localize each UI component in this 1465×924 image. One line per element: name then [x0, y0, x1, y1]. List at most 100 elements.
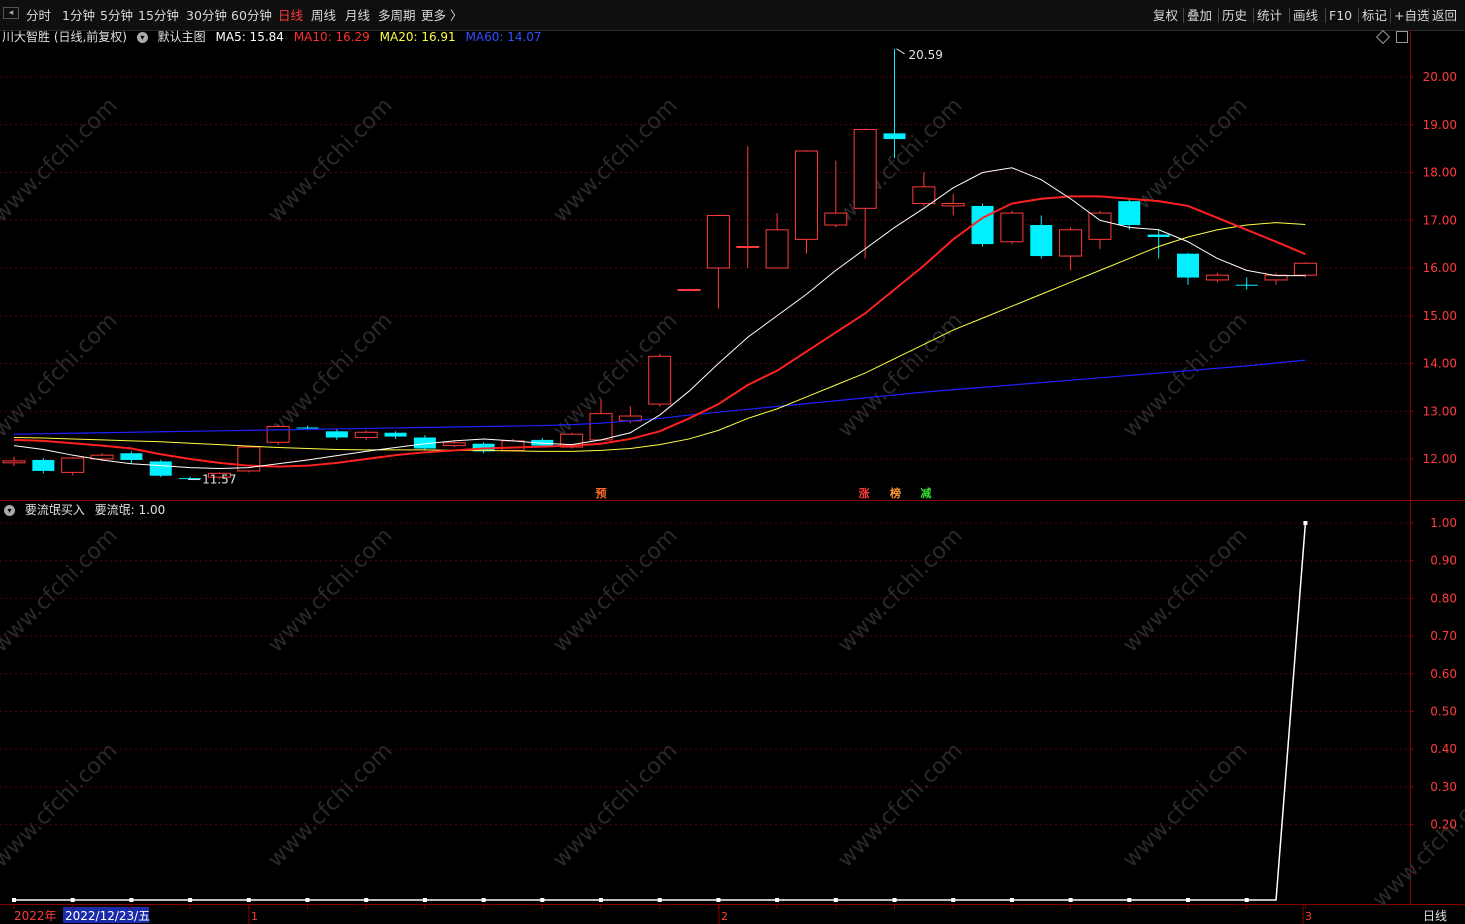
indicator-point — [1009, 898, 1014, 902]
panel-divider — [0, 500, 1465, 501]
indicator-point — [12, 898, 16, 902]
indicator-point — [775, 898, 780, 902]
signal-marker: 涨 — [859, 486, 870, 500]
indicator-point — [599, 898, 603, 902]
watermark-text: www.cfchi.com — [833, 308, 967, 442]
candle-body-down — [179, 478, 202, 480]
watermark-text: www.cfchi.com — [0, 93, 123, 227]
crosshair-date-label: 2022/12/23/五 — [65, 909, 150, 923]
candle-body-down — [325, 431, 348, 438]
indicator-tick-label: 0.90 — [1430, 554, 1457, 568]
indicator-point — [1127, 898, 1132, 902]
watermark-text: www.cfchi.com — [263, 523, 397, 657]
price-tick-label: 17.00 — [1423, 213, 1457, 227]
candle-body-up — [648, 355, 672, 405]
indicator-point — [1186, 898, 1190, 902]
indicator-tick-label: 0.50 — [1430, 705, 1457, 719]
month-label: 2 — [721, 910, 728, 923]
ma20-label: MA20: 16.91 — [379, 30, 456, 44]
indicator-value-label: 要流氓: 1.00 — [94, 503, 166, 517]
price-tick-label: 19.00 — [1423, 118, 1457, 132]
indicator-point — [188, 898, 193, 902]
candle-body-up — [736, 246, 760, 249]
stock-name-label[interactable]: 川大智胜 (日线,前复权) — [2, 30, 127, 44]
indicator-point — [540, 898, 545, 902]
indicator-point — [951, 898, 956, 902]
watermark-text: www.cfchi.com — [1368, 778, 1465, 912]
signal-marker: 预 — [596, 486, 607, 500]
watermark-text: www.cfchi.com — [0, 308, 123, 442]
candle-body-up — [1088, 212, 1112, 240]
indicator-point — [246, 898, 251, 902]
candle-body-up — [61, 457, 85, 473]
indicator-point — [305, 898, 310, 902]
indicator-point — [1303, 521, 1308, 525]
indicator-tick-label: 0.20 — [1430, 818, 1457, 832]
indicator-point — [481, 898, 486, 902]
indicator-name-label[interactable]: 要流氓买入 — [25, 503, 85, 517]
candle-body-down — [883, 133, 906, 140]
ma60-label: MA60: 14.07 — [465, 30, 542, 44]
watermark-text: www.cfchi.com — [548, 523, 682, 657]
bottom-divider — [0, 904, 1465, 905]
watermark-text: www.cfchi.com — [548, 738, 682, 872]
panel-toggle-icon[interactable] — [1396, 31, 1408, 43]
candle-body-down — [1118, 201, 1141, 226]
candle-body-down — [120, 453, 143, 460]
candle-body-down — [32, 459, 55, 471]
template-label[interactable]: 默认主图 — [158, 30, 206, 44]
candle-body-up — [354, 431, 378, 439]
indicator-tick-label: 0.40 — [1430, 742, 1457, 756]
indicator-tick-label: 0.80 — [1430, 591, 1457, 605]
low-price-label: 11.57 — [202, 473, 236, 487]
watermark-text: www.cfchi.com — [263, 93, 397, 227]
price-tick-label: 20.00 — [1423, 70, 1457, 84]
time-axis-bg — [0, 905, 1465, 924]
price-tick-label: 15.00 — [1423, 309, 1457, 323]
high-pointer — [896, 48, 905, 55]
candle-body-down — [384, 432, 407, 437]
ma5-label: MA5: 15.84 — [215, 30, 284, 44]
indicator-tick-label: 1.00 — [1430, 516, 1457, 530]
indicator-point — [716, 898, 721, 902]
candle-body-down — [971, 205, 994, 245]
chart-canvas: www.cfchi.com www.cfchi.com www.cfchi.com w… — [0, 30, 1465, 924]
year-label: 2022年 — [14, 909, 57, 923]
indicator-point — [892, 898, 897, 902]
price-tick-label: 13.00 — [1423, 404, 1457, 418]
candle-body-up — [1059, 229, 1083, 257]
watermark-text: www.cfchi.com — [833, 738, 967, 872]
watermark-text: www.cfchi.com — [833, 93, 967, 227]
signal-marker: 榜 — [890, 486, 901, 500]
watermark-text: www.cfchi.com — [263, 308, 397, 442]
watermark-text: www.cfchi.com — [0, 738, 123, 872]
candle-body-down — [296, 427, 319, 429]
candle-body-up — [1205, 274, 1229, 281]
watermark-text: www.cfchi.com — [1118, 308, 1252, 442]
indicator-point — [364, 898, 369, 902]
ma10-label: MA10: 16.29 — [293, 30, 370, 44]
candle-body-up — [824, 212, 848, 226]
chevron-down-icon[interactable]: ▾ — [4, 505, 15, 516]
candle-body-up — [941, 203, 965, 207]
candle-body-up — [706, 214, 730, 269]
month-label: 1 — [251, 910, 258, 923]
candle-body-down — [149, 461, 172, 476]
candle-body-down — [1030, 225, 1053, 257]
watermark-text: www.cfchi.com — [263, 738, 397, 872]
watermark-text: www.cfchi.com — [833, 523, 967, 657]
price-tick-label: 16.00 — [1423, 261, 1457, 275]
indicator-point — [129, 898, 134, 902]
price-tick-label: 14.00 — [1423, 357, 1457, 371]
chevron-down-icon[interactable]: ▾ — [136, 32, 148, 43]
price-axis-line — [1410, 30, 1411, 905]
indicator-point — [1068, 898, 1073, 902]
candle-body-up — [912, 186, 936, 205]
candle-body-up — [1000, 212, 1024, 243]
sub-chart-header: ▾ 要流氓买入 要流氓: 1.00 — [4, 502, 171, 519]
indicator-point — [833, 898, 838, 902]
candle-body-down — [1235, 284, 1258, 286]
candle-body-up — [765, 229, 789, 269]
main-chart-header: 川大智胜 (日线,前复权) ▾ 默认主图 MA5: 15.84 MA10: 16… — [2, 29, 548, 46]
candle-body-up — [442, 442, 466, 447]
